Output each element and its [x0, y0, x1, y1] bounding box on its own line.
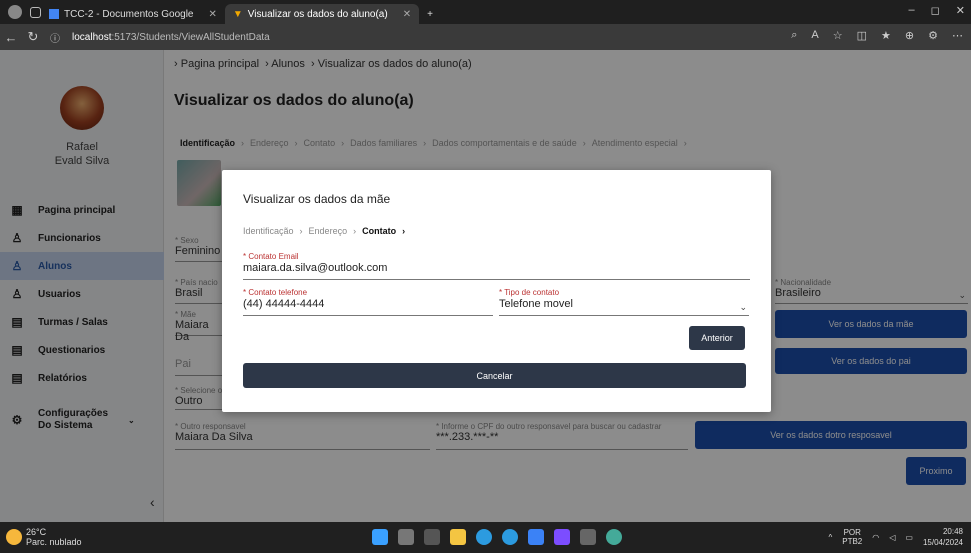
chevron-down-icon: ⌄	[739, 302, 747, 312]
anterior-button[interactable]: Anterior	[689, 326, 745, 350]
edge-beta-icon[interactable]	[502, 529, 518, 545]
profile-icon[interactable]	[8, 5, 22, 19]
edge-icon[interactable]	[476, 529, 492, 545]
language-indicator[interactable]: POR PTB2	[842, 528, 862, 546]
weather-icon	[6, 529, 22, 545]
tab-student[interactable]: ▼ Visualizar os dados do aluno(a) ✕	[224, 4, 420, 24]
field-label: * Tipo de contato	[499, 288, 560, 297]
wifi-icon[interactable]: ◠	[872, 533, 879, 542]
field-label: * Contato Email	[243, 252, 299, 261]
info-icon[interactable]: ⓘ	[44, 30, 66, 45]
modal-step-nav: Identificação › Endereço › Contato ›	[243, 226, 406, 236]
docs-icon	[49, 9, 59, 19]
refresh-icon[interactable]: ↻	[22, 29, 44, 45]
close-icon[interactable]: ✕	[403, 9, 411, 20]
tab-title: Visualizar os dados do aluno(a)	[247, 8, 388, 20]
modal-step-contato[interactable]: Contato	[362, 226, 396, 236]
start-icon[interactable]	[372, 529, 388, 545]
extensions-icon[interactable]: ⚙	[928, 29, 938, 42]
url-field[interactable]: localhost:5173/Students/ViewAllStudentDa…	[72, 32, 270, 43]
cancelar-button[interactable]: Cancelar	[243, 363, 746, 388]
terminal-icon[interactable]	[580, 529, 596, 545]
back-icon[interactable]: ←	[0, 30, 22, 45]
temperature: 26°C	[26, 527, 47, 537]
browser-toolbar: ⌕ A ☆ ◫ ★ ⊕ ⚙ ⋯	[791, 29, 963, 42]
restore-icon[interactable]: ◻	[931, 4, 940, 17]
split-screen-icon[interactable]: ◫	[857, 29, 867, 42]
tab-title: TCC-2 - Documentos Google	[64, 8, 194, 20]
search-icon[interactable]: ⌕	[791, 29, 797, 42]
field-value: maiara.da.silva@outlook.com	[243, 262, 388, 274]
volume-icon[interactable]: ◁	[889, 533, 895, 542]
chevron-up-icon[interactable]: ^	[828, 533, 832, 542]
system-tray: ^ POR PTB2 ◠ ◁ ▭ 20:48 15/04/2024	[828, 526, 963, 548]
tab-docs[interactable]: TCC-2 - Documentos Google ✕	[41, 4, 225, 24]
vscode-icon[interactable]	[554, 529, 570, 545]
weather-text: Parc. nublado	[26, 537, 82, 547]
favorites-icon[interactable]: ★	[881, 29, 891, 42]
field-value: Telefone movel	[499, 298, 573, 310]
collections-icon[interactable]: ⊕	[905, 29, 914, 42]
modal-step-identificacao[interactable]: Identificação	[243, 226, 294, 236]
teams-icon[interactable]	[528, 529, 544, 545]
modal-title: Visualizar os dados da mãe	[243, 192, 391, 206]
new-tab-button[interactable]: +	[419, 4, 441, 24]
mother-data-modal: Visualizar os dados da mãe Identificação…	[222, 170, 771, 412]
language-code: POR	[843, 528, 861, 537]
weather-widget[interactable]: 26°C Parc. nublado	[6, 527, 82, 547]
more-icon[interactable]: ⋯	[952, 29, 963, 42]
close-icon[interactable]: ✕	[209, 9, 217, 20]
field-label: * Contato telefone	[243, 288, 308, 297]
time: 20:48	[942, 527, 963, 536]
browser-tab-bar: TCC-2 - Documentos Google ✕ ▼ Visualizar…	[0, 0, 971, 24]
url-host: localhost	[72, 31, 112, 43]
date: 15/04/2024	[922, 538, 963, 547]
email-field[interactable]: * Contato Email maiara.da.silva@outlook.…	[243, 252, 750, 280]
address-bar-row: ← ↻ ⓘ localhost:5173/Students/ViewAllStu…	[0, 24, 971, 50]
read-aloud-icon[interactable]: A	[811, 29, 818, 42]
app-favicon-icon: ▼	[232, 8, 243, 20]
task-view-icon[interactable]	[424, 529, 440, 545]
close-window-icon[interactable]: ✕	[956, 4, 965, 17]
battery-icon[interactable]: ▭	[905, 533, 913, 542]
field-value: (44) 44444-4444	[243, 298, 325, 310]
clock[interactable]: 20:48 15/04/2024	[923, 526, 963, 548]
url-path: :5173/Students/ViewAllStudentData	[111, 31, 270, 43]
contact-type-select[interactable]: * Tipo de contato Telefone movel ⌄	[499, 288, 749, 316]
tab-actions-icon[interactable]	[30, 6, 41, 18]
taskbar-apps	[372, 529, 622, 545]
modal-step-endereco[interactable]: Endereço	[309, 226, 348, 236]
minimize-icon[interactable]: –	[909, 4, 915, 17]
taskbar: 26°C Parc. nublado ^ POR PTB2 ◠ ◁ ▭ 20:4…	[0, 522, 971, 553]
keyboard-layout: PTB2	[842, 537, 863, 546]
file-explorer-icon[interactable]	[450, 529, 466, 545]
window-controls: – ◻ ✕	[909, 4, 965, 17]
app-icon[interactable]	[606, 529, 622, 545]
phone-field[interactable]: * Contato telefone (44) 44444-4444	[243, 288, 493, 316]
favorite-icon[interactable]: ☆	[833, 29, 843, 42]
search-icon[interactable]	[398, 529, 414, 545]
